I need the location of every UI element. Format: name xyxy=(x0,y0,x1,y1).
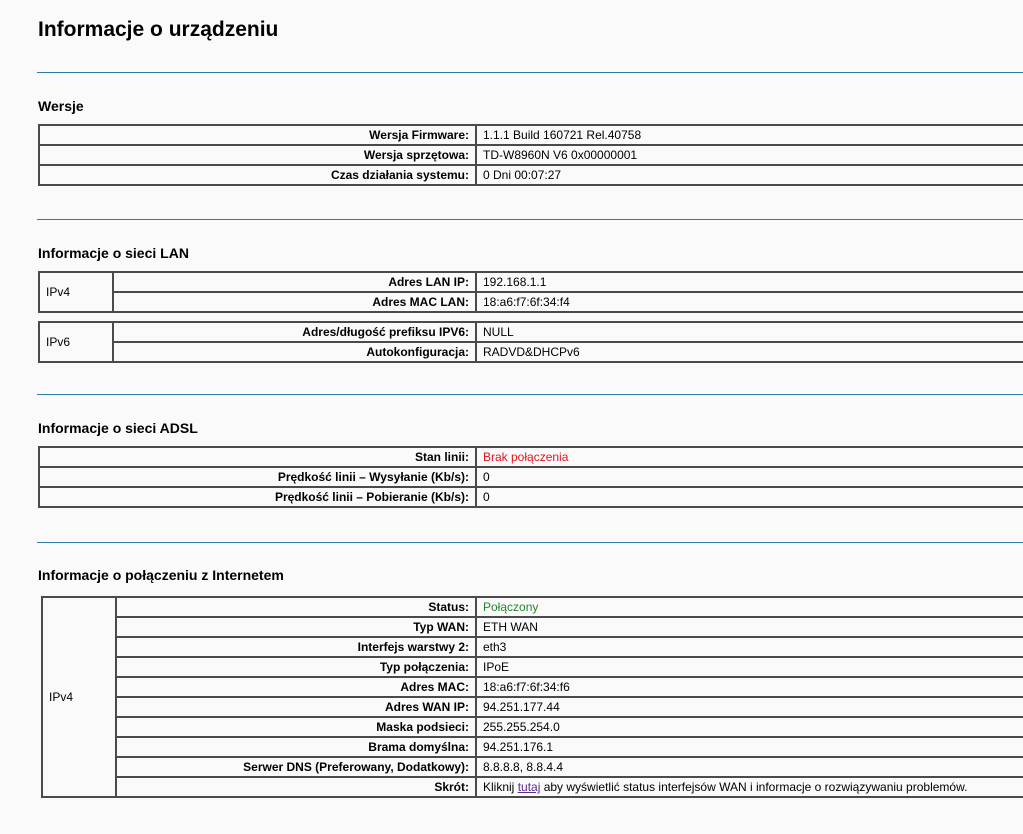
status-value: Połączony xyxy=(475,596,1023,618)
default-gateway-value: 94.251.176.1 xyxy=(475,736,1023,758)
divider xyxy=(37,72,1023,73)
divider xyxy=(37,542,1023,543)
lan-mac-label: Adres MAC LAN: xyxy=(112,291,477,313)
table-row: Adres MAC LAN: 18:a6:f7:6f:34:f4 xyxy=(39,291,1023,313)
firmware-label: Wersja Firmware: xyxy=(38,124,477,146)
internet-ipv4-group-label: IPv4 xyxy=(41,596,117,798)
table-row: Serwer DNS (Preferowany, Dodatkowy): 8.8… xyxy=(42,756,1023,778)
table-row: Typ WAN: ETH WAN xyxy=(42,616,1023,638)
lan-ipv6-group-label: IPv6 xyxy=(38,321,114,363)
hardware-value: TD-W8960N V6 0x00000001 xyxy=(475,144,1023,166)
line-state-value: Brak połączenia xyxy=(475,446,1023,468)
section-title-internet: Informacje o połączeniu z Internetem xyxy=(38,567,284,583)
table-row: Prędkość linii – Pobieranie (Kb/s): 0 xyxy=(38,486,1023,508)
lan-ipv6-table: IPv6 Adres/długość prefiksu IPV6: NULL A… xyxy=(38,321,1023,363)
status-label: Status: xyxy=(115,596,477,618)
shortcut-value: Kliknij tutaj aby wyświetlić status inte… xyxy=(475,776,1023,798)
table-row: Autokonfiguracja: RADVD&DHCPv6 xyxy=(39,341,1023,363)
section-title-versions: Wersje xyxy=(38,98,84,114)
downstream-value: 0 xyxy=(475,486,1023,508)
table-row: IPv6 Adres/długość prefiksu IPV6: NULL xyxy=(38,321,1023,363)
upstream-value: 0 xyxy=(475,466,1023,488)
connection-type-label: Typ połączenia: xyxy=(115,656,477,678)
table-row: Adres MAC: 18:a6:f7:6f:34:f6 xyxy=(42,676,1023,698)
divider xyxy=(37,219,1023,220)
shortcut-link[interactable]: tutaj xyxy=(518,780,541,794)
layer2-interface-label: Interfejs warstwy 2: xyxy=(115,636,477,658)
table-row: Czas działania systemu: 0 Dni 00:07:27 xyxy=(38,164,1023,186)
wan-ip-value: 94.251.177.44 xyxy=(475,696,1023,718)
internet-table: IPv4 Status: Połączony Typ WAN: ETH WAN … xyxy=(41,596,1023,798)
default-gateway-label: Brama domyślna: xyxy=(115,736,477,758)
lan-mac-value: 18:a6:f7:6f:34:f4 xyxy=(475,291,1023,313)
table-row: Adres WAN IP: 94.251.177.44 xyxy=(42,696,1023,718)
lan-ip-value: 192.168.1.1 xyxy=(475,271,1023,293)
lan-ipv4-group-label: IPv4 xyxy=(38,271,114,313)
table-row: Skrót: Kliknij tutaj aby wyświetlić stat… xyxy=(42,776,1023,798)
ipv6-prefix-value: NULL xyxy=(475,321,1023,343)
wan-type-value: ETH WAN xyxy=(475,616,1023,638)
autoconfig-value: RADVD&DHCPv6 xyxy=(475,341,1023,363)
table-row: Stan linii: Brak połączenia xyxy=(38,446,1023,468)
uptime-label: Czas działania systemu: xyxy=(38,164,477,186)
subnet-mask-label: Maska podsieci: xyxy=(115,716,477,738)
hardware-label: Wersja sprzętowa: xyxy=(38,144,477,166)
connection-type-value: IPoE xyxy=(475,656,1023,678)
mac-address-value: 18:a6:f7:6f:34:f6 xyxy=(475,676,1023,698)
lan-ip-label: Adres LAN IP: xyxy=(112,271,477,293)
upstream-label: Prędkość linii – Wysyłanie (Kb/s): xyxy=(38,466,477,488)
table-row: Wersja sprzętowa: TD-W8960N V6 0x0000000… xyxy=(38,144,1023,166)
firmware-value: 1.1.1 Build 160721 Rel.40758 xyxy=(475,124,1023,146)
line-state-label: Stan linii: xyxy=(38,446,477,468)
divider xyxy=(37,394,1023,395)
adsl-table: Stan linii: Brak połączenia Prędkość lin… xyxy=(38,446,1023,508)
dns-server-value: 8.8.8.8, 8.8.4.4 xyxy=(475,756,1023,778)
shortcut-label: Skrót: xyxy=(115,776,477,798)
ipv6-prefix-label: Adres/długość prefiksu IPV6: xyxy=(112,321,477,343)
mac-address-label: Adres MAC: xyxy=(115,676,477,698)
table-row: Typ połączenia: IPoE xyxy=(42,656,1023,678)
dns-server-label: Serwer DNS (Preferowany, Dodatkowy): xyxy=(115,756,477,778)
downstream-label: Prędkość linii – Pobieranie (Kb/s): xyxy=(38,486,477,508)
layer2-interface-value: eth3 xyxy=(475,636,1023,658)
versions-table: Wersja Firmware: 1.1.1 Build 160721 Rel.… xyxy=(38,124,1023,186)
table-row: Wersja Firmware: 1.1.1 Build 160721 Rel.… xyxy=(38,124,1023,146)
wan-type-label: Typ WAN: xyxy=(115,616,477,638)
table-row: Prędkość linii – Wysyłanie (Kb/s): 0 xyxy=(38,466,1023,488)
autoconfig-label: Autokonfiguracja: xyxy=(112,341,477,363)
wan-ip-label: Adres WAN IP: xyxy=(115,696,477,718)
table-row: Interfejs warstwy 2: eth3 xyxy=(42,636,1023,658)
section-title-adsl: Informacje o sieci ADSL xyxy=(38,420,198,436)
shortcut-prefix: Kliknij xyxy=(483,780,518,794)
shortcut-suffix: aby wyświetlić status interfejsów WAN i … xyxy=(540,780,968,794)
subnet-mask-value: 255.255.254.0 xyxy=(475,716,1023,738)
uptime-value: 0 Dni 00:07:27 xyxy=(475,164,1023,186)
section-title-lan: Informacje o sieci LAN xyxy=(38,245,189,261)
table-row: Maska podsieci: 255.255.254.0 xyxy=(42,716,1023,738)
page-title: Informacje o urządzeniu xyxy=(38,18,279,41)
table-row: IPv4 Adres LAN IP: 192.168.1.1 xyxy=(38,271,1023,313)
table-row: Brama domyślna: 94.251.176.1 xyxy=(42,736,1023,758)
table-row: IPv4 Status: Połączony xyxy=(41,596,1023,798)
lan-ipv4-table: IPv4 Adres LAN IP: 192.168.1.1 Adres MAC… xyxy=(38,271,1023,313)
